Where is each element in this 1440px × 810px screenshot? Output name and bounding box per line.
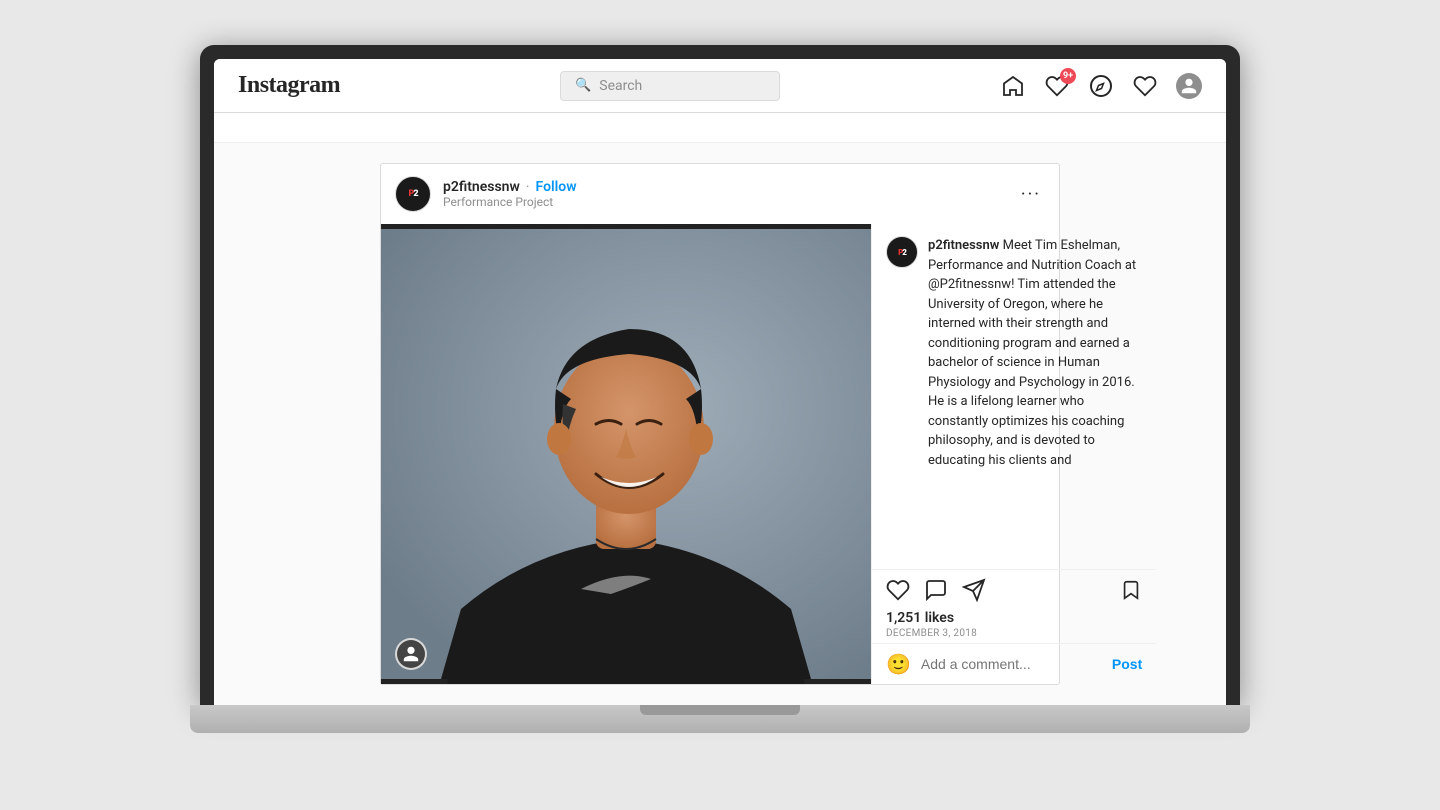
laptop-screen: Instagram 🔍 Search [214, 59, 1226, 705]
activity-nav-icon[interactable]: 9+ [1044, 73, 1070, 99]
comment-icon [924, 578, 948, 602]
heart-nav-icon[interactable] [1132, 73, 1158, 99]
user-tag-icon [402, 645, 420, 663]
add-comment-section: 🙂 Post [872, 643, 1156, 684]
notification-badge: 9+ [1060, 68, 1076, 84]
search-placeholder: Search [599, 78, 642, 94]
post-card: P2 p2fitnessnw · Follow Performance Proj… [380, 163, 1060, 685]
comment-input[interactable] [921, 656, 1102, 672]
search-icon: 🔍 [575, 78, 591, 93]
like-icon [886, 578, 910, 602]
main-feed: P2 p2fitnessnw · Follow Performance Proj… [214, 143, 1226, 705]
like-button[interactable] [886, 578, 910, 602]
comment-username[interactable]: p2fitnessnw [928, 238, 999, 253]
follow-button[interactable]: Follow [536, 179, 577, 195]
comment-item: P2 p2fitnessnw Meet Tim Eshelman, Perfor… [886, 236, 1142, 470]
comment-text: p2fitnessnw Meet Tim Eshelman, Performan… [928, 236, 1142, 470]
post-username[interactable]: p2fitnessnw [443, 179, 520, 195]
emoji-button[interactable]: 🙂 [886, 652, 911, 676]
post-body: P2 p2fitnessnw Meet Tim Eshelman, Perfor… [381, 224, 1059, 684]
post-comment-button[interactable]: Post [1112, 656, 1142, 672]
post-right-panel: P2 p2fitnessnw Meet Tim Eshelman, Perfor… [871, 224, 1156, 684]
search-bar[interactable]: 🔍 Search [560, 71, 780, 101]
post-likes-section: 1,251 likes DECEMBER 3, 2018 [872, 606, 1156, 643]
post-dot: · [526, 179, 530, 195]
screen-bezel: Instagram 🔍 Search [200, 45, 1240, 705]
explore-icon [1089, 74, 1113, 98]
instagram-app: Instagram 🔍 Search [214, 59, 1226, 705]
comment-avatar: P2 [886, 236, 918, 268]
post-account-avatar[interactable]: P2 [395, 176, 431, 212]
post-comments: P2 p2fitnessnw Meet Tim Eshelman, Perfor… [872, 224, 1156, 569]
post-username-row: p2fitnessnw · Follow [443, 179, 1017, 195]
post-header: P2 p2fitnessnw · Follow Performance Proj… [381, 164, 1059, 224]
post-date: DECEMBER 3, 2018 [886, 628, 1142, 639]
post-more-button[interactable]: ··· [1017, 184, 1045, 205]
nav-icons: 9+ [1000, 73, 1202, 99]
post-actions [872, 569, 1156, 606]
explore-nav-icon[interactable] [1088, 73, 1114, 99]
post-image-section [381, 224, 871, 684]
instagram-header: Instagram 🔍 Search [214, 59, 1226, 113]
likes-count: 1,251 likes [886, 610, 1142, 626]
post-image [381, 224, 871, 684]
user-avatar[interactable] [1176, 73, 1202, 99]
laptop-base [190, 705, 1250, 733]
comment-button[interactable] [924, 578, 948, 602]
heart-icon [1133, 74, 1157, 98]
comment-body: Meet Tim Eshelman, Performance and Nutri… [928, 238, 1136, 468]
home-icon [1001, 74, 1025, 98]
bookmark-icon [1120, 579, 1142, 601]
instagram-logo: Instagram [238, 72, 340, 99]
stories-bar [214, 113, 1226, 143]
laptop-shell: Instagram 🔍 Search [190, 45, 1250, 765]
home-nav-icon[interactable] [1000, 73, 1026, 99]
share-button[interactable] [962, 578, 986, 602]
bookmark-button[interactable] [1120, 579, 1142, 601]
share-icon [962, 578, 986, 602]
post-user-info: p2fitnessnw · Follow Performance Project [443, 179, 1017, 209]
user-avatar-icon [1180, 77, 1198, 95]
post-subtitle: Performance Project [443, 195, 1017, 209]
post-image-user-tag[interactable] [395, 638, 427, 670]
